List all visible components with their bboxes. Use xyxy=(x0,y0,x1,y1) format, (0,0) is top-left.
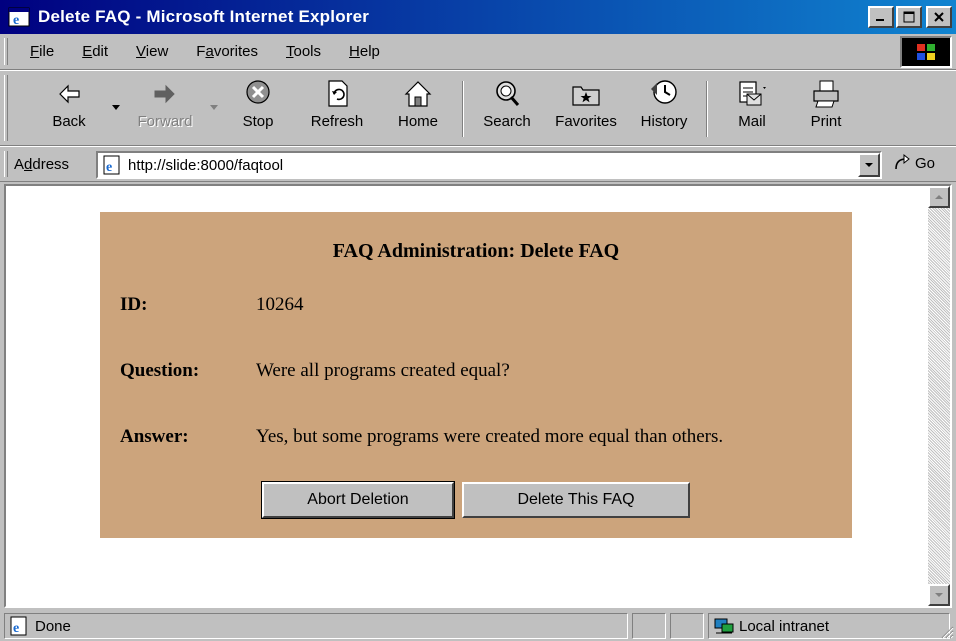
history-button[interactable]: History xyxy=(632,77,696,141)
home-button[interactable]: Home xyxy=(392,77,444,141)
menu-help[interactable]: Help xyxy=(333,43,392,60)
page-title: FAQ Administration: Delete FAQ xyxy=(332,240,620,262)
zone-text: Local intranet xyxy=(739,617,830,635)
mail-button[interactable]: Mail xyxy=(722,77,782,141)
abort-deletion-button[interactable]: Abort Deletion xyxy=(261,481,455,519)
local-intranet-icon xyxy=(714,618,734,634)
question-label: Question: xyxy=(120,360,200,381)
svg-text:e: e xyxy=(106,160,112,175)
favorites-button[interactable]: Favorites xyxy=(546,77,626,141)
address-dropdown-button[interactable] xyxy=(858,153,880,177)
favorites-folder-icon xyxy=(572,86,600,106)
print-button[interactable]: Print xyxy=(800,77,852,141)
go-button[interactable]: Go xyxy=(892,153,935,173)
close-button[interactable] xyxy=(926,6,952,28)
mail-icon xyxy=(739,81,766,106)
maximize-button[interactable] xyxy=(896,6,922,28)
back-label: Back xyxy=(52,113,86,130)
id-label: ID: xyxy=(120,294,148,315)
svg-text:e: e xyxy=(13,13,19,28)
chevron-down-icon xyxy=(935,593,943,597)
home-icon xyxy=(404,81,432,107)
chevron-up-icon xyxy=(935,195,943,199)
printer-icon xyxy=(813,80,839,108)
history-label: History xyxy=(640,113,688,130)
go-arrow-icon xyxy=(895,153,910,170)
forward-dropdown-arrow[interactable] xyxy=(210,105,218,110)
menu-bar: File Edit View Favorites Tools Help xyxy=(0,34,956,70)
status-pane-empty xyxy=(632,613,666,639)
page-viewport: FAQ Administration: Delete FAQ ID: 10264… xyxy=(4,184,952,608)
forward-label: Forward xyxy=(137,113,193,130)
toolbar-separator xyxy=(706,81,708,137)
resize-grip-icon[interactable] xyxy=(938,623,954,639)
scroll-up-button[interactable] xyxy=(928,186,950,208)
scroll-down-button[interactable] xyxy=(928,584,950,606)
standard-toolbar: Back Forward Stop Refresh Home Search Fa… xyxy=(0,70,956,146)
windows-logo-throbber xyxy=(900,36,952,68)
addressbar-grip[interactable] xyxy=(4,151,8,177)
chevron-down-icon xyxy=(865,163,873,167)
back-button[interactable]: Back xyxy=(44,77,94,141)
refresh-label: Refresh xyxy=(310,113,364,130)
menubar-grip[interactable] xyxy=(4,38,8,65)
back-arrow-icon xyxy=(59,84,80,104)
minimize-button[interactable] xyxy=(868,6,894,28)
menu-file[interactable]: File xyxy=(14,43,66,60)
close-icon xyxy=(934,12,944,22)
refresh-icon xyxy=(328,80,348,107)
id-value: 10264 xyxy=(256,294,304,315)
page-icon: e xyxy=(103,155,120,175)
windows-logo-icon xyxy=(917,44,935,60)
search-label: Search xyxy=(483,113,531,130)
menu-view[interactable]: View xyxy=(120,43,180,60)
question-value: Were all programs created equal? xyxy=(256,360,510,381)
forward-arrow-icon xyxy=(154,84,175,104)
status-main-pane: e Done xyxy=(4,613,628,639)
page-icon: e xyxy=(10,616,27,636)
stop-button[interactable]: Stop xyxy=(234,77,282,141)
stop-icon xyxy=(246,80,270,104)
menu-favorites[interactable]: Favorites xyxy=(180,43,270,60)
back-dropdown-arrow[interactable] xyxy=(112,105,120,110)
refresh-button[interactable]: Refresh xyxy=(302,77,372,141)
history-icon xyxy=(651,80,677,104)
status-zone-pane: Local intranet xyxy=(708,613,950,639)
home-label: Home xyxy=(397,113,438,130)
window-title: Delete FAQ - Microsoft Internet Explorer xyxy=(38,7,370,26)
go-label: Go xyxy=(915,154,936,172)
delete-faq-panel: FAQ Administration: Delete FAQ ID: 10264… xyxy=(100,212,852,538)
address-label: Address xyxy=(14,155,70,173)
address-bar: Address e http://slide:8000/faqtool Go xyxy=(0,146,956,182)
title-bar[interactable]: e Delete FAQ - Microsoft Internet Explor… xyxy=(0,0,956,34)
minimize-icon xyxy=(876,19,884,21)
search-button[interactable]: Search xyxy=(476,77,538,141)
internet-explorer-icon: e xyxy=(8,7,30,28)
print-label: Print xyxy=(810,113,842,130)
forward-button[interactable]: Forward xyxy=(130,77,200,141)
vertical-scrollbar[interactable] xyxy=(928,186,950,606)
menu-tools[interactable]: Tools xyxy=(270,43,333,60)
status-pane-empty xyxy=(670,613,704,639)
address-url: http://slide:8000/faqtool xyxy=(128,156,284,174)
stop-label: Stop xyxy=(242,113,274,130)
toolbar-grip[interactable] xyxy=(4,75,8,141)
search-icon xyxy=(496,81,520,106)
menu-edit[interactable]: Edit xyxy=(66,43,120,60)
mail-label: Mail xyxy=(738,113,766,130)
delete-faq-button[interactable]: Delete This FAQ xyxy=(462,482,690,518)
toolbar-separator xyxy=(462,81,464,137)
address-input[interactable]: e http://slide:8000/faqtool xyxy=(96,151,882,179)
maximize-icon xyxy=(903,11,915,23)
answer-label: Answer: xyxy=(120,426,189,447)
status-bar: e Done Local intranet xyxy=(0,610,956,641)
svg-text:e: e xyxy=(13,621,19,636)
favorites-label: Favorites xyxy=(555,113,617,130)
status-text: Done xyxy=(35,617,71,635)
answer-value: Yes, but some programs were created more… xyxy=(256,426,724,447)
